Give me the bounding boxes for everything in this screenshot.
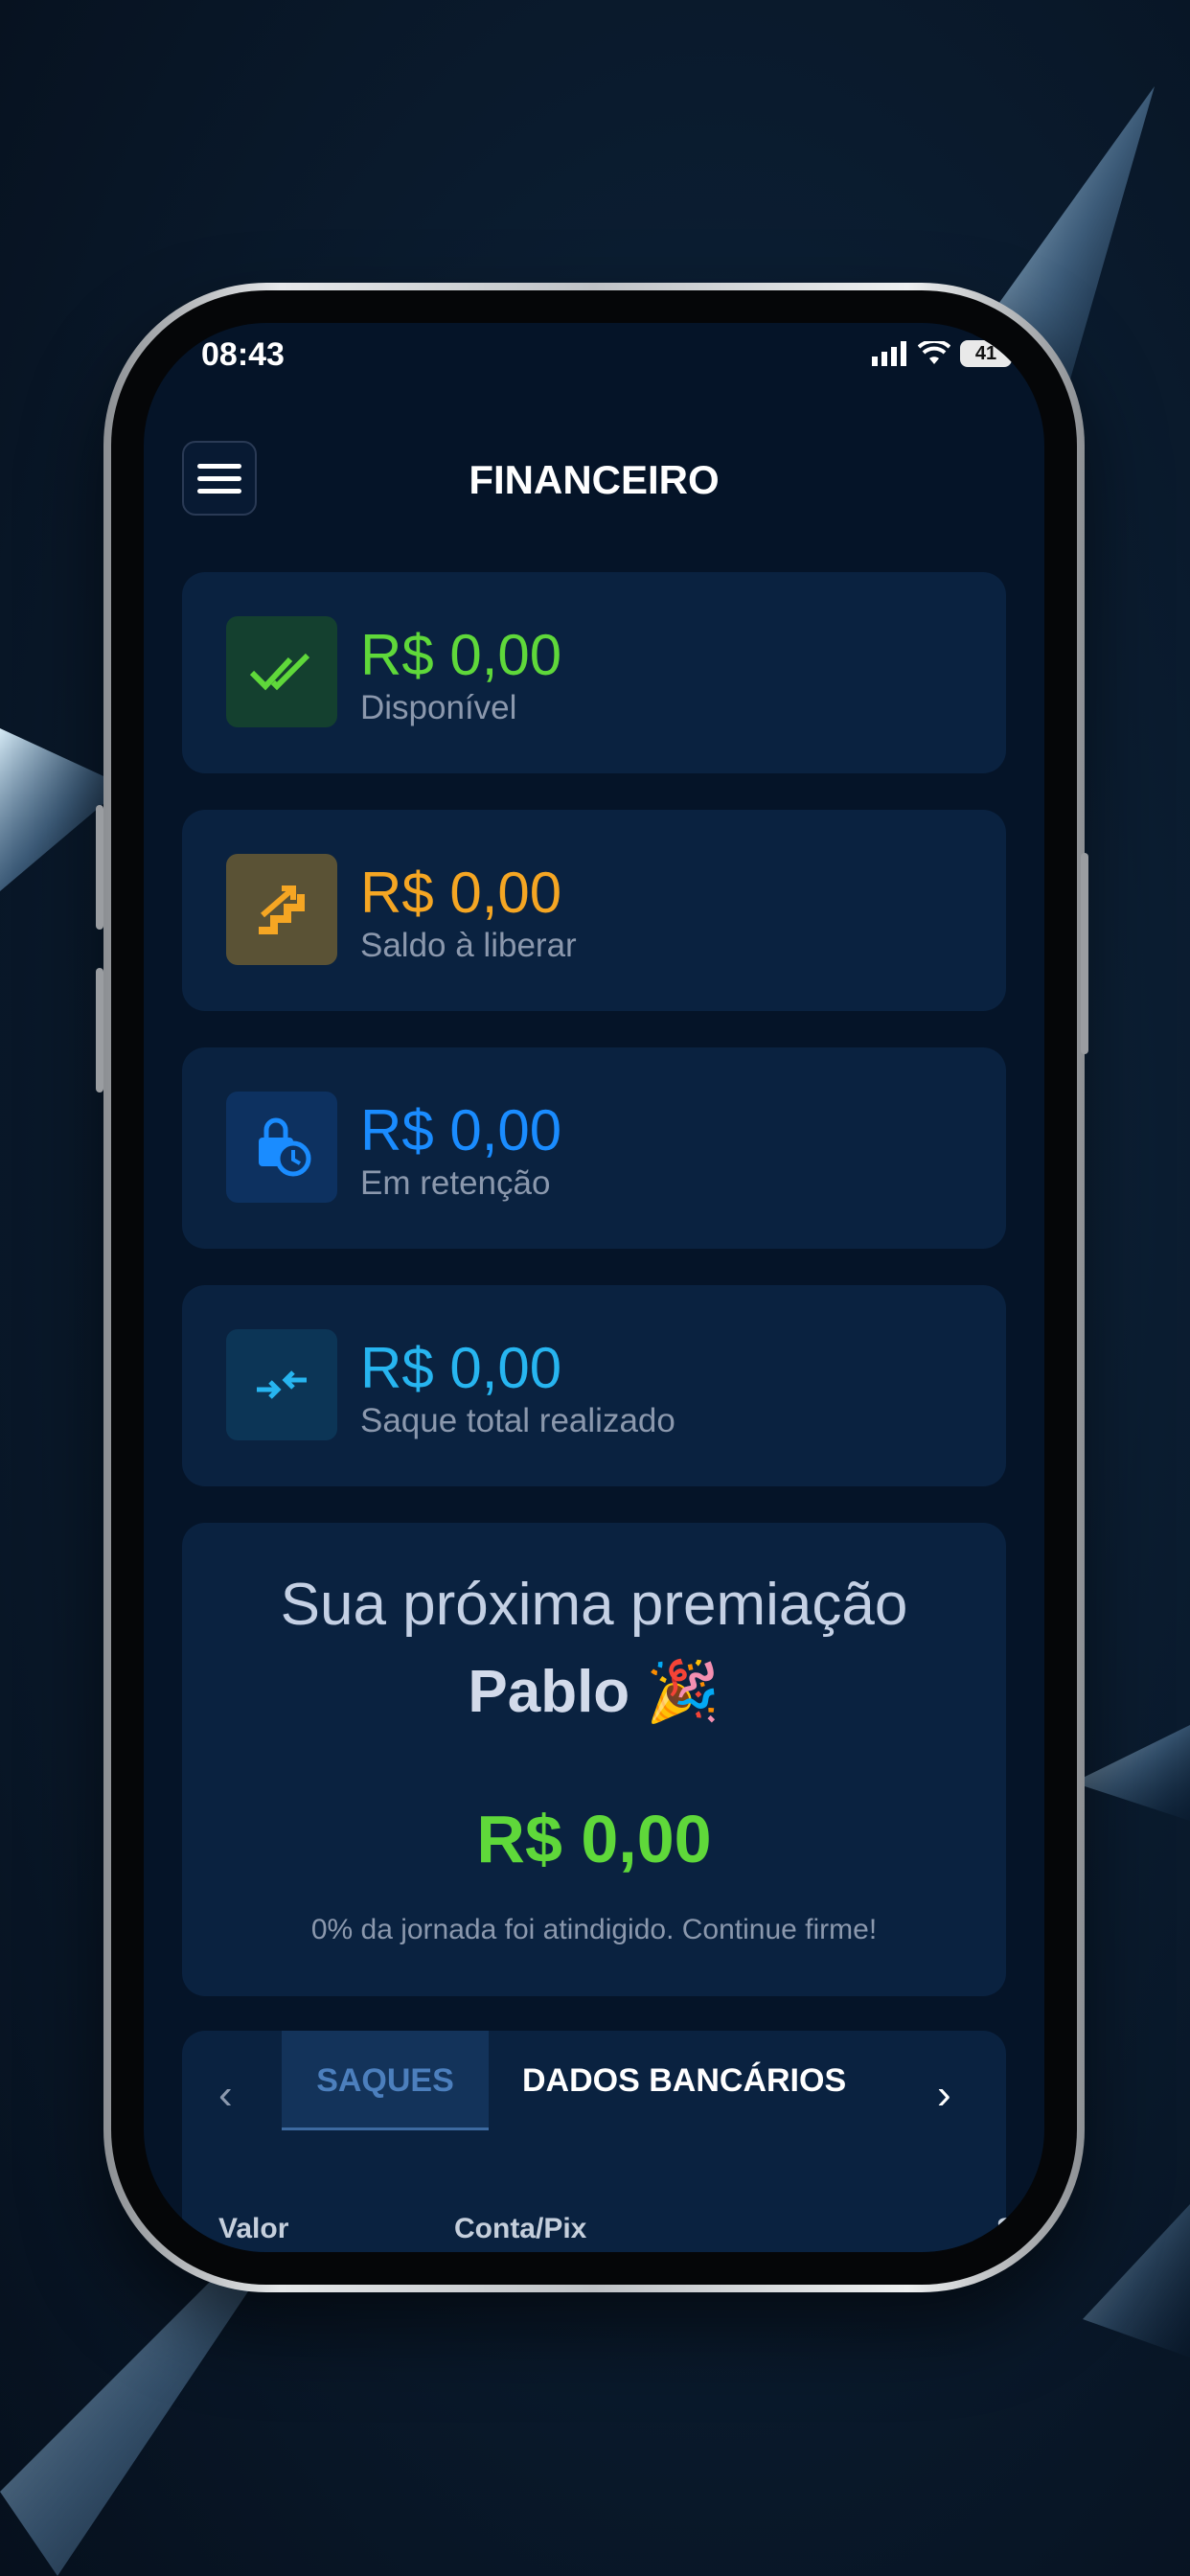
next-prize-card: Sua próxima premiação Pablo 🎉 R$ 0,00 0%… bbox=[182, 1523, 1006, 1996]
column-header-valor: Valor bbox=[218, 2213, 289, 2244]
prize-progress-text: 0% da jornada foi atindigido. Continue f… bbox=[310, 1914, 878, 1945]
balance-card-withdrawn: R$ 0,00 Saque total realizado bbox=[182, 1285, 1006, 1486]
lock-clock-icon bbox=[259, 1117, 311, 1177]
app-screen: 08:43 41 FINANCEIRO R$ 0,00 Disponível R… bbox=[144, 323, 1044, 2252]
phone-side-button bbox=[96, 968, 103, 1092]
chevron-left-icon[interactable]: ‹ bbox=[218, 2071, 233, 2119]
transfer-arrows-icon bbox=[257, 1370, 307, 1399]
prize-heading: Sua próxima premiação bbox=[280, 1572, 908, 1638]
prize-name: Pablo bbox=[468, 1659, 630, 1725]
retention-amount: R$ 0,00 bbox=[360, 1098, 562, 1162]
available-label: Disponível bbox=[360, 689, 517, 726]
page-title: FINANCEIRO bbox=[469, 457, 720, 502]
available-amount: R$ 0,00 bbox=[360, 623, 562, 687]
balance-card-pending: R$ 0,00 Saldo à liberar bbox=[182, 810, 1006, 1011]
prize-name-line: Pablo 🎉 bbox=[182, 1657, 1006, 1727]
phone-power-button bbox=[1081, 853, 1088, 1054]
available-icon-box bbox=[226, 616, 337, 727]
battery-icon: 41 bbox=[960, 340, 1012, 367]
party-popper-icon: 🎉 bbox=[646, 1659, 721, 1725]
status-bar: 08:43 41 bbox=[144, 323, 1044, 409]
double-check-icon bbox=[249, 653, 310, 691]
column-header-status: Sta bbox=[996, 2213, 1041, 2244]
phone-side-button bbox=[96, 805, 103, 930]
pending-icon-box bbox=[226, 854, 337, 965]
status-icons: 41 bbox=[872, 340, 1012, 367]
prize-amount: R$ 0,00 bbox=[476, 1802, 712, 1876]
pending-amount: R$ 0,00 bbox=[360, 861, 562, 925]
balance-card-available: R$ 0,00 Disponível bbox=[182, 572, 1006, 773]
retention-icon-box bbox=[226, 1092, 337, 1203]
tab-dados-bancarios[interactable]: DADOS BANCÁRIOS bbox=[522, 2031, 846, 2130]
withdrawn-icon-box bbox=[226, 1329, 337, 1440]
withdrawn-amount: R$ 0,00 bbox=[360, 1336, 562, 1400]
column-header-conta-pix: Conta/Pix bbox=[454, 2213, 587, 2244]
stairs-icon bbox=[259, 886, 305, 934]
pending-label: Saldo à liberar bbox=[360, 927, 577, 964]
status-time: 08:43 bbox=[201, 336, 285, 373]
chevron-right-icon[interactable]: › bbox=[937, 2071, 951, 2119]
withdrawals-panel: ‹ SAQUES DADOS BANCÁRIOS › Valor Conta/P… bbox=[182, 2031, 1041, 2252]
balance-card-retention: R$ 0,00 Em retenção bbox=[182, 1047, 1006, 1249]
retention-label: Em retenção bbox=[360, 1164, 551, 1202]
wifi-icon bbox=[918, 341, 950, 364]
withdrawn-label: Saque total realizado bbox=[360, 1402, 675, 1439]
tab-saques[interactable]: SAQUES bbox=[282, 2031, 489, 2130]
battery-level: 41 bbox=[974, 342, 997, 364]
signal-icon bbox=[872, 341, 906, 366]
